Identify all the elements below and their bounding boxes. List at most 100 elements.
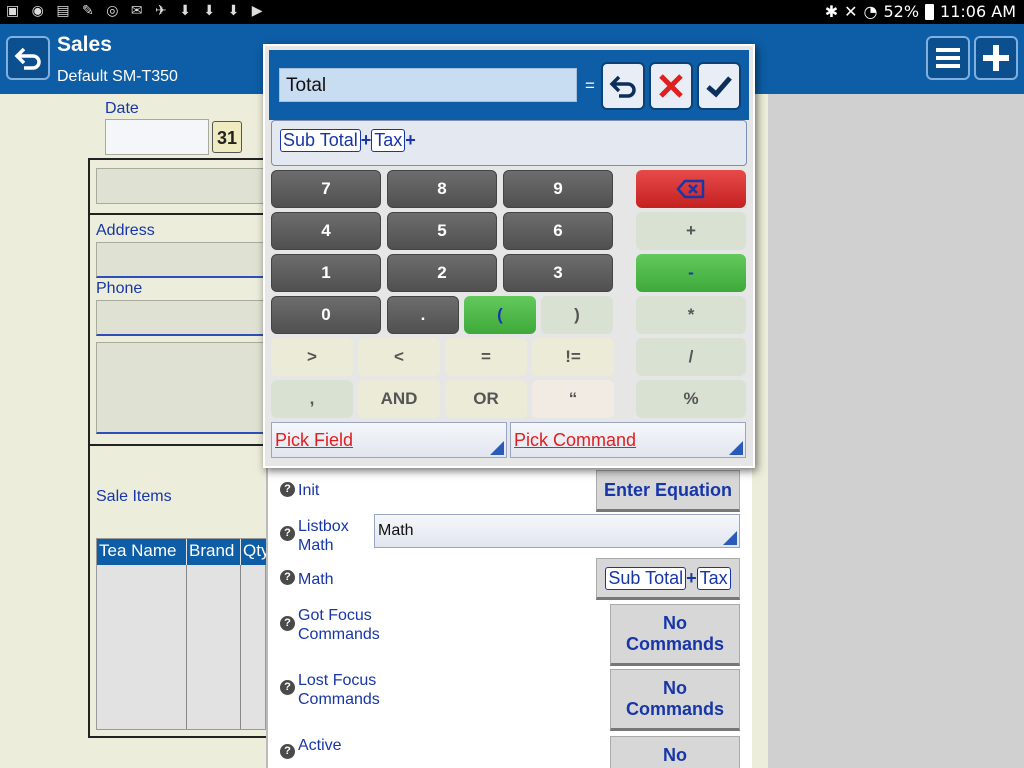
active-commands-button[interactable]: No — [610, 736, 740, 768]
key-7[interactable]: 7 — [271, 170, 381, 208]
wifi-icon: ◔ — [863, 2, 878, 21]
clock: 11:06 AM — [940, 2, 1016, 21]
listbox-value: Math — [378, 522, 414, 539]
calendar-icon[interactable]: 31 — [212, 121, 242, 153]
listbox-label-line1: Listbox — [298, 518, 349, 535]
date-label: Date — [105, 100, 139, 117]
key-and[interactable]: AND — [358, 380, 440, 418]
key-minus[interactable]: - — [636, 254, 746, 292]
divider — [90, 444, 268, 446]
back-button[interactable] — [6, 36, 50, 80]
column-header-qty[interactable]: Qty — [241, 539, 267, 565]
mute-icon: ✕ — [844, 2, 858, 21]
notes-field[interactable] — [96, 342, 268, 434]
undo-icon — [609, 75, 636, 98]
lost-focus-label-line1: Lost Focus — [298, 672, 377, 689]
lost-focus-commands-button[interactable]: No Commands — [610, 669, 740, 731]
target-field-input[interactable]: Total — [279, 68, 577, 102]
key-1[interactable]: 1 — [271, 254, 381, 292]
battery-percent: 52% — [883, 2, 920, 21]
key-5[interactable]: 5 — [387, 212, 497, 250]
key-3[interactable]: 3 — [503, 254, 613, 292]
table-column — [97, 565, 187, 729]
back-arrow-icon — [14, 47, 41, 70]
key-decimal[interactable]: . — [387, 296, 459, 334]
math-op: + — [686, 567, 697, 588]
add-button[interactable] — [974, 36, 1018, 80]
bluetooth-icon: ✱ — [824, 2, 839, 21]
confirm-button[interactable] — [697, 62, 741, 110]
backspace-icon — [676, 179, 705, 199]
menu-icon — [936, 48, 960, 68]
expression-token-subtotal[interactable]: Sub Total — [280, 129, 361, 152]
table-column — [187, 565, 241, 729]
key-6[interactable]: 6 — [503, 212, 613, 250]
pick-field-label: Pick Field — [275, 430, 354, 450]
phone-label: Phone — [96, 280, 143, 297]
help-icon[interactable]: ? — [280, 616, 295, 631]
key-9[interactable]: 9 — [503, 170, 613, 208]
expression-op: + — [360, 130, 372, 150]
key-2[interactable]: 2 — [387, 254, 497, 292]
help-icon[interactable]: ? — [280, 570, 295, 585]
status-bar: ▣ ◉ ▤ ✎ ◎ ✉ ✈ ⬇ ⬇ ⬇ ▶ ✱ ✕ ◔ 52% 11:06 AM — [0, 0, 1024, 24]
key-0[interactable]: 0 — [271, 296, 381, 334]
column-header-tea-name[interactable]: Tea Name — [97, 539, 187, 565]
property-panel: ? Init Enter Equation ? Listbox Math Mat… — [266, 466, 752, 768]
pick-command-dropdown[interactable]: Pick Command — [510, 422, 746, 458]
button-line2: Commands — [625, 699, 724, 719]
pick-command-label: Pick Command — [514, 430, 637, 450]
key-greater-than[interactable]: > — [271, 338, 353, 376]
key-equals[interactable]: = — [445, 338, 527, 376]
name-field[interactable] — [96, 168, 268, 204]
equation-header: Total = — [269, 50, 749, 120]
key-or[interactable]: OR — [445, 380, 527, 418]
divider — [90, 213, 268, 215]
got-focus-label-line1: Got Focus — [298, 607, 372, 624]
key-close-paren[interactable]: ) — [541, 296, 613, 334]
undo-button[interactable] — [601, 62, 645, 110]
backspace-button[interactable] — [636, 170, 746, 208]
expression-token-tax[interactable]: Tax — [371, 129, 406, 152]
key-percent[interactable]: % — [636, 380, 746, 418]
active-label: Active — [298, 737, 342, 754]
expression-op: + — [405, 130, 416, 150]
key-quote[interactable]: “ — [532, 380, 614, 418]
phone-field[interactable] — [96, 300, 268, 336]
key-less-than[interactable]: < — [358, 338, 440, 376]
expression-display[interactable]: Sub Total + Tax + — [271, 120, 747, 166]
help-icon[interactable]: ? — [280, 526, 295, 541]
key-comma[interactable]: , — [271, 380, 353, 418]
math-expression-button[interactable]: Sub Total + Tax — [596, 558, 740, 600]
pick-field-dropdown[interactable]: Pick Field — [271, 422, 507, 458]
dropdown-triangle-icon — [490, 441, 504, 455]
key-multiply[interactable]: * — [636, 296, 746, 334]
app-title: Sales — [57, 33, 112, 56]
enter-equation-button[interactable]: Enter Equation — [596, 470, 740, 512]
key-divide[interactable]: / — [636, 338, 746, 376]
help-icon[interactable]: ? — [280, 680, 295, 695]
address-field[interactable] — [96, 242, 268, 278]
app-subtitle: Default SM-T350 — [57, 68, 178, 85]
dropdown-triangle-icon — [729, 441, 743, 455]
menu-button[interactable] — [926, 36, 970, 80]
init-label: Init — [298, 482, 320, 499]
key-4[interactable]: 4 — [271, 212, 381, 250]
got-focus-commands-button[interactable]: No Commands — [610, 604, 740, 666]
cancel-button[interactable] — [649, 62, 693, 110]
sale-items-table[interactable]: Tea Name Brand Qty — [96, 538, 267, 730]
column-header-brand[interactable]: Brand — [187, 539, 241, 565]
key-plus[interactable]: + — [636, 212, 746, 250]
help-icon[interactable]: ? — [280, 482, 295, 497]
date-input[interactable] — [105, 119, 209, 155]
button-line1: No — [663, 678, 687, 698]
dropdown-triangle-icon — [723, 531, 737, 545]
help-icon[interactable]: ? — [280, 744, 295, 759]
key-open-paren[interactable]: ( — [464, 296, 536, 334]
lost-focus-label-line2: Commands — [298, 691, 380, 708]
listbox-dropdown[interactable]: Math — [374, 514, 740, 548]
math-label: Math — [298, 571, 334, 588]
key-not-equals[interactable]: != — [532, 338, 614, 376]
equation-editor-dialog: Total = Sub Total + Tax + 7 8 9 4 5 6 + 1 2… — [263, 44, 755, 468]
key-8[interactable]: 8 — [387, 170, 497, 208]
